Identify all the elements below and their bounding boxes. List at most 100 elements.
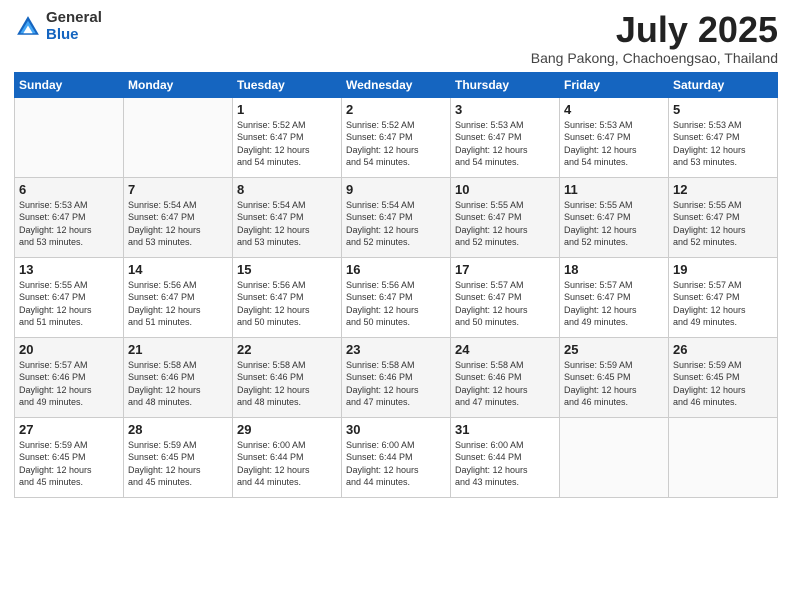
day-number: 14 [128,262,228,277]
calendar-cell: 6 Sunrise: 5:53 AMSunset: 6:47 PMDaylight… [15,177,124,257]
calendar-cell [15,97,124,177]
day-info: Sunrise: 5:54 AMSunset: 6:47 PMDaylight:… [128,199,228,249]
calendar-week-row: 13 Sunrise: 5:55 AMSunset: 6:47 PMDayligh… [15,257,778,337]
day-number: 18 [564,262,664,277]
day-info: Sunrise: 5:58 AMSunset: 6:46 PMDaylight:… [237,359,337,409]
day-number: 16 [346,262,446,277]
day-info: Sunrise: 5:55 AMSunset: 6:47 PMDaylight:… [455,199,555,249]
day-number: 4 [564,102,664,117]
col-friday: Friday [560,72,669,97]
day-info: Sunrise: 6:00 AMSunset: 6:44 PMDaylight:… [346,439,446,489]
day-number: 22 [237,342,337,357]
day-info: Sunrise: 5:56 AMSunset: 6:47 PMDaylight:… [346,279,446,329]
day-info: Sunrise: 5:58 AMSunset: 6:46 PMDaylight:… [455,359,555,409]
day-number: 29 [237,422,337,437]
day-number: 10 [455,182,555,197]
day-number: 8 [237,182,337,197]
day-number: 21 [128,342,228,357]
calendar-cell: 3Sunrise: 5:53 AMSunset: 6:47 PMDaylight… [451,97,560,177]
day-info: Sunrise: 5:54 AMSunset: 6:47 PMDaylight:… [237,199,337,249]
day-info: Sunrise: 5:54 AMSunset: 6:47 PMDaylight:… [346,199,446,249]
title-block: July 2025 Bang Pakong, Chachoengsao, Tha… [531,10,778,66]
calendar-cell: 23 Sunrise: 5:58 AMSunset: 6:46 PMDayligh… [342,337,451,417]
location-title: Bang Pakong, Chachoengsao, Thailand [531,50,778,66]
day-info: Sunrise: 5:57 AMSunset: 6:46 PMDaylight:… [19,359,119,409]
col-sunday: Sunday [15,72,124,97]
day-number: 24 [455,342,555,357]
calendar-cell: 19Sunrise: 5:57 AMSunset: 6:47 PMDayligh… [669,257,778,337]
day-info: Sunrise: 6:00 AMSunset: 6:44 PMDaylight:… [455,439,555,489]
calendar-cell: 2 Sunrise: 5:52 AMSunset: 6:47 PMDaylight… [342,97,451,177]
day-info: Sunrise: 5:58 AMSunset: 6:46 PMDaylight:… [346,359,446,409]
calendar-cell: 28 Sunrise: 5:59 AMSunset: 6:45 PMDayligh… [124,417,233,497]
calendar-cell: 15 Sunrise: 5:56 AMSunset: 6:47 PMDayligh… [233,257,342,337]
day-info: Sunrise: 6:00 AMSunset: 6:44 PMDaylight:… [237,439,337,489]
day-info: Sunrise: 5:55 AMSunset: 6:47 PMDaylight:… [564,199,664,249]
calendar-cell: 29 Sunrise: 6:00 AMSunset: 6:44 PMDayligh… [233,417,342,497]
day-number: 23 [346,342,446,357]
calendar-header-row: Sunday Monday Tuesday Wednesday Thursday… [15,72,778,97]
calendar-cell: 4 Sunrise: 5:53 AMSunset: 6:47 PMDaylight… [560,97,669,177]
logo: General Blue [14,10,102,43]
col-wednesday: Wednesday [342,72,451,97]
day-number: 26 [673,342,773,357]
day-number: 12 [673,182,773,197]
calendar-cell: 10 Sunrise: 5:55 AMSunset: 6:47 PMDayligh… [451,177,560,257]
calendar-cell: 1 Sunrise: 5:52 AMSunset: 6:47 PMDaylight… [233,97,342,177]
day-number: 15 [237,262,337,277]
day-number: 7 [128,182,228,197]
day-info: Sunrise: 5:55 AMSunset: 6:47 PMDaylight:… [673,199,773,249]
month-title: July 2025 [531,10,778,50]
logo-icon [14,13,42,41]
day-info: Sunrise: 5:53 AMSunset: 6:47 PMDaylight:… [19,199,119,249]
calendar-cell: 14Sunrise: 5:56 AMSunset: 6:47 PMDayligh… [124,257,233,337]
day-number: 13 [19,262,119,277]
calendar-cell: 20 Sunrise: 5:57 AMSunset: 6:46 PMDayligh… [15,337,124,417]
day-number: 25 [564,342,664,357]
day-number: 6 [19,182,119,197]
day-number: 1 [237,102,337,117]
day-number: 20 [19,342,119,357]
col-monday: Monday [124,72,233,97]
calendar-week-row: 1 Sunrise: 5:52 AMSunset: 6:47 PMDaylight… [15,97,778,177]
logo-blue-text: Blue [46,27,102,44]
day-info: Sunrise: 5:57 AMSunset: 6:47 PMDaylight:… [564,279,664,329]
day-number: 27 [19,422,119,437]
day-info: Sunrise: 5:55 AMSunset: 6:47 PMDaylight:… [19,279,119,329]
day-number: 9 [346,182,446,197]
day-info: Sunrise: 5:52 AMSunset: 6:47 PMDaylight:… [346,119,446,169]
day-info: Sunrise: 5:53 AMSunset: 6:47 PMDaylight:… [564,119,664,169]
day-number: 2 [346,102,446,117]
calendar-cell: 16 Sunrise: 5:56 AMSunset: 6:47 PMDayligh… [342,257,451,337]
calendar-cell: 18 Sunrise: 5:57 AMSunset: 6:47 PMDayligh… [560,257,669,337]
calendar-cell: 7 Sunrise: 5:54 AMSunset: 6:47 PMDaylight… [124,177,233,257]
calendar-cell: 21 Sunrise: 5:58 AMSunset: 6:46 PMDayligh… [124,337,233,417]
day-info: Sunrise: 5:56 AMSunset: 6:47 PMDaylight:… [237,279,337,329]
calendar-cell: 11Sunrise: 5:55 AMSunset: 6:47 PMDayligh… [560,177,669,257]
calendar-cell: 5 Sunrise: 5:53 AMSunset: 6:47 PMDaylight… [669,97,778,177]
day-number: 28 [128,422,228,437]
day-info: Sunrise: 5:59 AMSunset: 6:45 PMDaylight:… [128,439,228,489]
calendar-cell: 27 Sunrise: 5:59 AMSunset: 6:45 PMDayligh… [15,417,124,497]
day-number: 5 [673,102,773,117]
calendar-cell: 30Sunrise: 6:00 AMSunset: 6:44 PMDayligh… [342,417,451,497]
day-number: 3 [455,102,555,117]
calendar-cell: 25 Sunrise: 5:59 AMSunset: 6:45 PMDayligh… [560,337,669,417]
calendar-week-row: 27 Sunrise: 5:59 AMSunset: 6:45 PMDayligh… [15,417,778,497]
calendar-cell [124,97,233,177]
calendar-cell: 13 Sunrise: 5:55 AMSunset: 6:47 PMDayligh… [15,257,124,337]
day-info: Sunrise: 5:57 AMSunset: 6:47 PMDaylight:… [673,279,773,329]
day-info: Sunrise: 5:59 AMSunset: 6:45 PMDaylight:… [564,359,664,409]
day-info: Sunrise: 5:59 AMSunset: 6:45 PMDaylight:… [19,439,119,489]
calendar-cell: 26 Sunrise: 5:59 AMSunset: 6:45 PMDayligh… [669,337,778,417]
col-tuesday: Tuesday [233,72,342,97]
page: General Blue July 2025 Bang Pakong, Chac… [0,0,792,612]
day-info: Sunrise: 5:53 AMSunset: 6:47 PMDaylight:… [673,119,773,169]
day-info: Sunrise: 5:58 AMSunset: 6:46 PMDaylight:… [128,359,228,409]
calendar-cell [669,417,778,497]
day-info: Sunrise: 5:59 AMSunset: 6:45 PMDaylight:… [673,359,773,409]
calendar-cell: 31Sunrise: 6:00 AMSunset: 6:44 PMDayligh… [451,417,560,497]
day-info: Sunrise: 5:52 AMSunset: 6:47 PMDaylight:… [237,119,337,169]
col-thursday: Thursday [451,72,560,97]
calendar-week-row: 6 Sunrise: 5:53 AMSunset: 6:47 PMDaylight… [15,177,778,257]
